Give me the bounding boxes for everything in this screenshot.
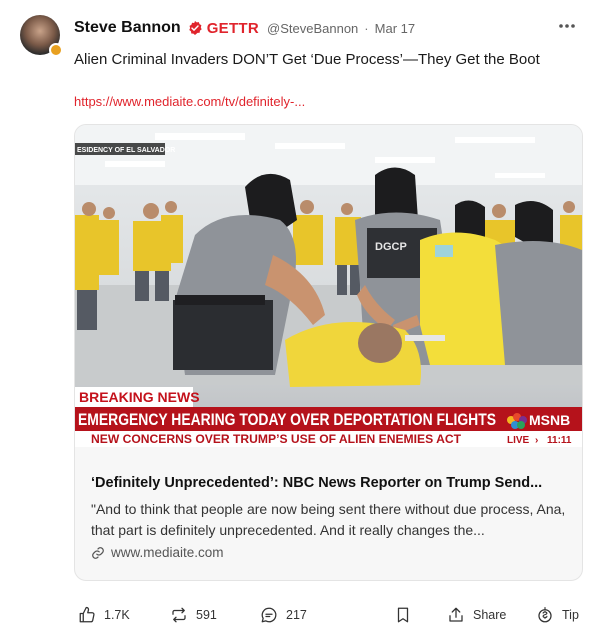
chyron-headline: EMERGENCY HEARING TODAY OVER DEPORTATION… [78, 411, 496, 429]
broadcast-label: ESIDENCY OF EL SALVADOR [77, 147, 175, 154]
share-icon [449, 607, 463, 622]
more-options-button[interactable] [556, 16, 578, 36]
brand-name: GETTR [206, 19, 260, 37]
header-separator: · [364, 20, 369, 36]
post-link[interactable]: https://www.mediaite.com/tv/definitely-.… [74, 94, 305, 109]
more-horizontal-icon [559, 24, 575, 28]
comment-button[interactable]: 217 [260, 606, 307, 624]
live-label: LIVE [507, 435, 530, 446]
thumbs-up-icon [79, 606, 95, 623]
vest-text: DGCP [375, 241, 407, 253]
bookmark-button[interactable] [394, 606, 420, 624]
author-display-name[interactable]: Steve Bannon [74, 19, 181, 37]
repost-count: 591 [196, 608, 217, 622]
tip-button[interactable]: Tip [536, 606, 579, 624]
card-description: "And to think that people are now being … [91, 501, 566, 538]
share-label: Share [473, 608, 507, 622]
post-header: Steve Bannon GETTR @SteveBannon · Mar 17 [74, 17, 415, 39]
card-image[interactable]: DGCP ESIDENCY OF EL SALVADOR BREAKING NE… [75, 125, 582, 447]
comment-count: 217 [286, 608, 307, 622]
chyron-subheadline: NEW CONCERNS OVER TRUMP’S USE OF ALIEN E… [91, 434, 461, 446]
link-preview-card[interactable]: DGCP ESIDENCY OF EL SALVADOR BREAKING NE… [74, 124, 583, 581]
tip-label: Tip [562, 608, 579, 622]
link-icon [92, 546, 104, 559]
live-arrow: › [535, 435, 538, 446]
post-actions-bar: 1.7K 591 217 Share Tip [0, 600, 596, 630]
network-logo: MSNB [529, 412, 570, 428]
tip-icon [538, 606, 552, 623]
share-button[interactable]: Share [447, 606, 506, 624]
author-avatar[interactable] [20, 15, 63, 57]
repost-button[interactable]: 591 [170, 606, 217, 624]
like-count: 1.7K [104, 608, 130, 622]
card-title[interactable]: ‘Definitely Unprecedented’: NBC News Rep… [91, 475, 542, 491]
verified-badge-icon [188, 21, 202, 35]
bookmark-icon [397, 607, 409, 623]
comment-icon [261, 607, 277, 623]
avatar-level-badge-icon [49, 43, 63, 57]
broadcast-clock: 11:11 [547, 435, 572, 446]
author-handle[interactable]: @SteveBannon [267, 21, 358, 36]
repost-icon [172, 607, 186, 623]
post-timestamp[interactable]: Mar 17 [375, 21, 415, 36]
post: Steve Bannon GETTR @SteveBannon · Mar 17… [0, 0, 596, 644]
breaking-news-label: BREAKING NEWS [79, 389, 200, 405]
card-domain-text: www.mediaite.com [111, 545, 224, 560]
post-text: Alien Criminal Invaders DON’T Get ‘Due P… [74, 51, 540, 68]
card-domain[interactable]: www.mediaite.com [91, 545, 224, 560]
like-button[interactable]: 1.7K [78, 606, 130, 624]
